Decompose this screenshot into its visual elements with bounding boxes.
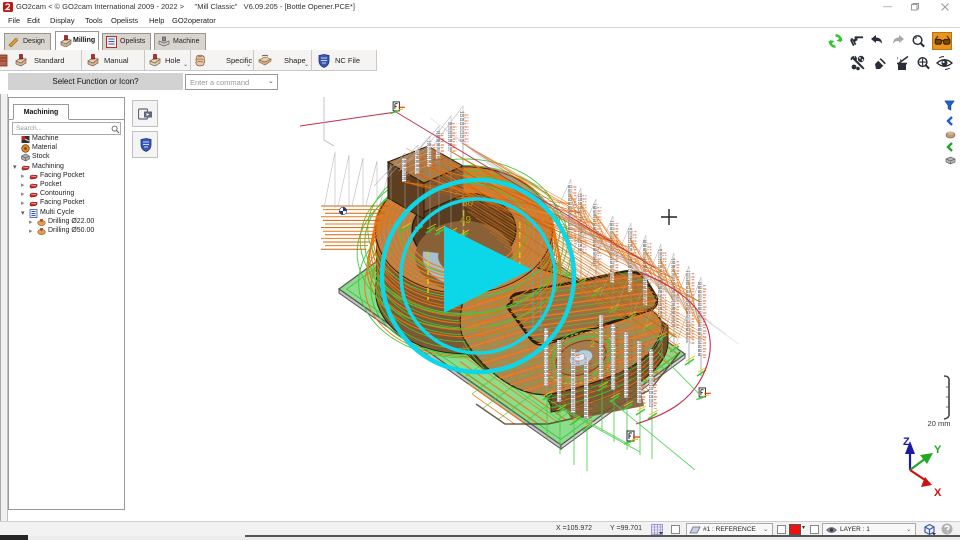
svg-text:X: X [934, 487, 942, 499]
svg-text:2: 2 [590, 339, 595, 349]
svg-text:Z: Z [903, 436, 910, 448]
svg-text:49: 49 [460, 215, 472, 226]
svg-text:Y: Y [934, 444, 942, 456]
svg-text:20 mm: 20 mm [928, 419, 951, 428]
